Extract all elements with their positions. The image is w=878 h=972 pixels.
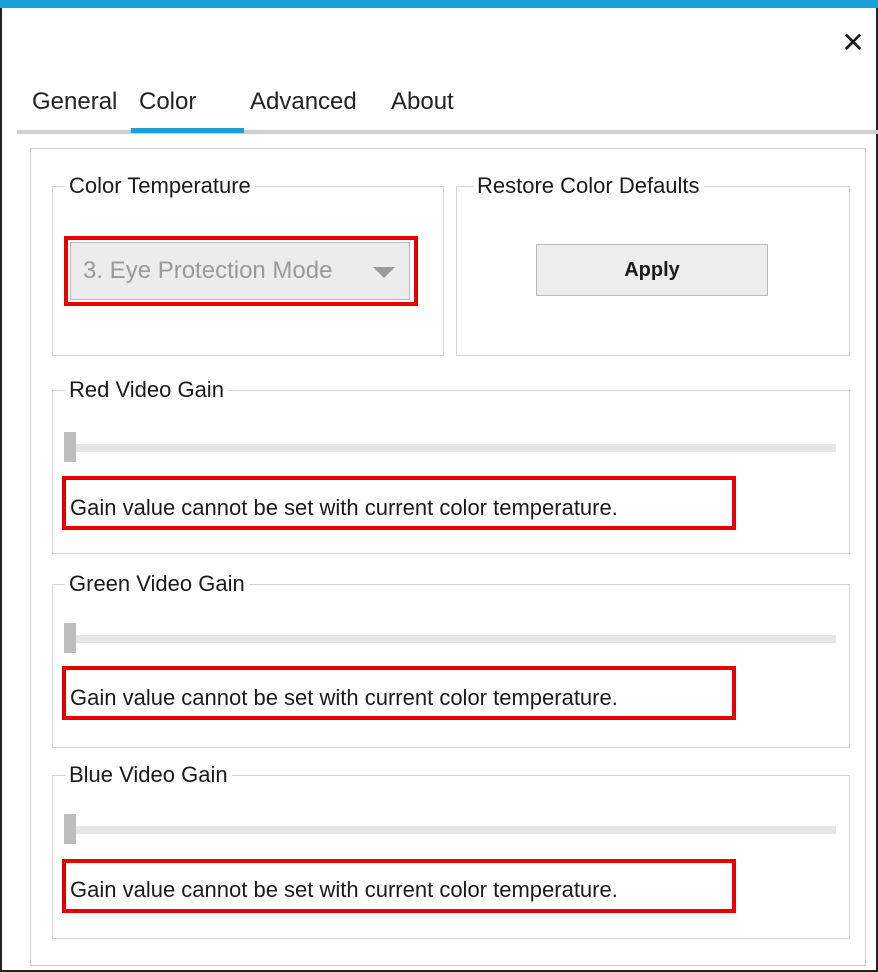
tab-about[interactable]: About	[391, 84, 454, 120]
active-tab-indicator	[131, 128, 244, 133]
highlight-box	[64, 236, 418, 306]
highlight-box	[62, 476, 736, 530]
red-gain-slider-thumb[interactable]	[64, 432, 76, 462]
blue-gain-slider-thumb[interactable]	[64, 814, 76, 844]
green-gain-title: Green Video Gain	[65, 570, 249, 598]
title-accent-bar	[0, 0, 878, 8]
highlight-box	[62, 666, 736, 720]
blue-gain-slider[interactable]	[64, 826, 836, 834]
tab-advanced[interactable]: Advanced	[250, 84, 357, 120]
tab-general[interactable]: General	[32, 84, 117, 120]
highlight-box	[62, 859, 736, 913]
red-gain-slider[interactable]	[64, 444, 836, 452]
color-temperature-title: Color Temperature	[65, 172, 255, 200]
tab-color[interactable]: Color	[139, 84, 196, 120]
restore-defaults-title: Restore Color Defaults	[473, 172, 704, 200]
blue-gain-title: Blue Video Gain	[65, 761, 232, 789]
close-icon[interactable]: ✕	[838, 28, 868, 58]
apply-button[interactable]: Apply	[536, 244, 768, 296]
red-gain-title: Red Video Gain	[65, 376, 228, 404]
green-gain-slider[interactable]	[64, 635, 836, 643]
blue-gain-group: Blue Video Gain	[52, 761, 850, 939]
green-gain-slider-thumb[interactable]	[64, 623, 76, 653]
